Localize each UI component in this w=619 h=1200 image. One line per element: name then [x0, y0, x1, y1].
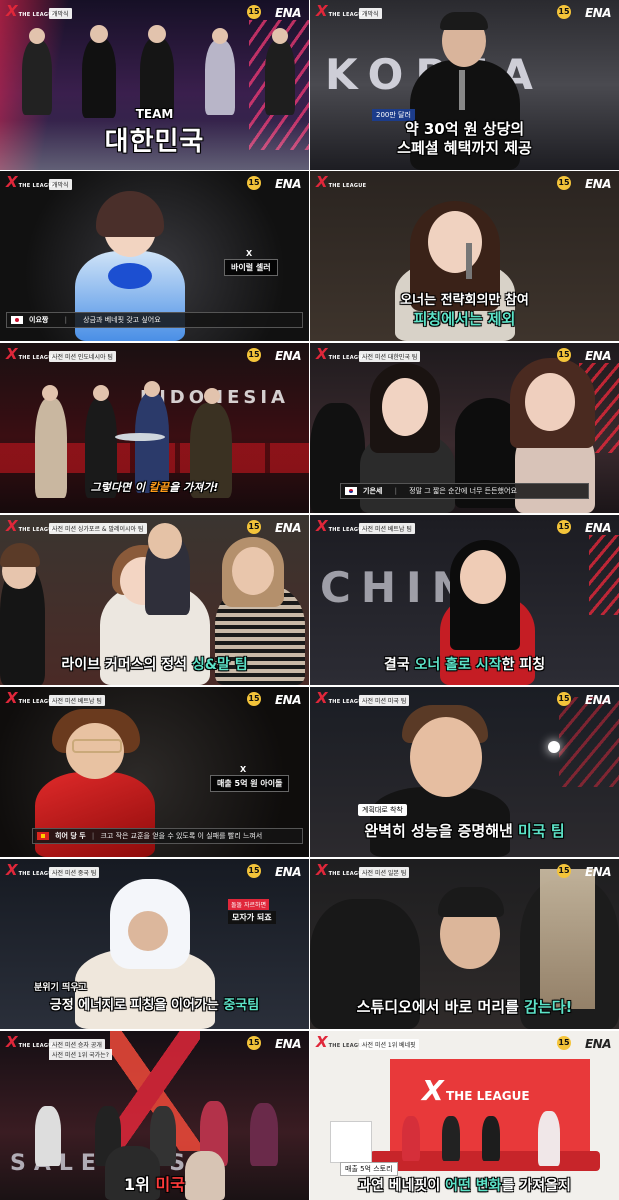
frame-8: CHINA XTHE LEAGUE 사전 미션 베트남 팀 15 ENA 결국 … [310, 515, 619, 685]
channel-logo: ENA [584, 177, 612, 191]
channel-logo: ENA [584, 1037, 612, 1051]
caption: 1위 미국 [124, 1175, 185, 1194]
frame-2: KOREA XTHE LEAGUE 개막식 15 ENA 200만 달러 약 3… [310, 0, 619, 170]
age-rating-badge: 15 [247, 5, 261, 19]
small-label: 매출 5억 스토리 [340, 1162, 398, 1176]
speaker-name: 히어 당 두 [55, 832, 86, 840]
speaker-nameplate: 기은세 | 정말 그 짧은 순간에 너무 든든했어요 [340, 483, 589, 499]
role-tag: 매출 5억 원 아이돌 [210, 775, 290, 792]
channel-logo: ENA [584, 521, 612, 535]
segment-label-2: 사전 미션 1위 국가는? [49, 1049, 112, 1060]
segment-label: 사전 미션 베트남 팀 [359, 523, 415, 534]
channel-logo: ENA [274, 865, 302, 879]
caption-line-2: 스페셜 혜택까지 제공 [397, 139, 532, 157]
channel-logo: ENA [274, 1037, 302, 1051]
speaker-name: 이요짱 [29, 316, 49, 324]
speaker-nameplate: 이요짱 | 상금과 베네핏 갖고 싶어요 [6, 312, 303, 328]
segment-label: 개막식 [359, 8, 382, 19]
flag-icon [11, 316, 23, 324]
channel-logo: ENA [274, 177, 302, 191]
caption-line-1: TEAM [135, 107, 174, 121]
speaker-name: 기은세 [363, 487, 383, 495]
wall-logo-text: THE LEAGUE [446, 1089, 530, 1103]
frame-14: X THE LEAGUE XTHE LEAGUE 사전 미션 1위 베네핏 15… [310, 1031, 619, 1200]
segment-label: 사전 미션 중국 팀 [49, 867, 100, 878]
age-rating-badge: 15 [557, 692, 571, 706]
segment-label: 사전 미션 미국 팀 [359, 695, 410, 706]
age-rating-badge: 15 [247, 176, 261, 190]
speaker-quote: 상금과 베네핏 갖고 싶어요 [83, 316, 161, 324]
x-icon: X [240, 765, 247, 774]
channel-logo: ENA [274, 521, 302, 535]
age-rating-badge: 15 [557, 520, 571, 534]
caption-line-1: 오너는 전략회의만 참여 [400, 293, 529, 308]
caption-line-1: 약 30억 원 상당의 [404, 120, 525, 138]
caption: 스튜디오에서 바로 머리를 감는다! [356, 998, 573, 1016]
side-label: 모자가 되죠 [228, 911, 276, 924]
channel-logo: ENA [584, 865, 612, 879]
age-rating-badge: 15 [247, 1036, 261, 1050]
age-rating-badge: 15 [557, 5, 571, 19]
age-rating-badge: 15 [557, 864, 571, 878]
wall-logo: X [422, 1074, 444, 1107]
frame-5: INDONESIA XTHE LEAGUE 사전 미션 인도네시아 팀 15 E… [0, 343, 309, 513]
caption: 결국 오너 홀로 시작한 피칭 [383, 657, 546, 673]
speaker-nameplate: 히어 당 두 | 크고 작은 교훈을 얻을 수 있도록 이 실패를 빨리 느껴서 [32, 828, 303, 844]
age-rating-badge: 15 [247, 692, 261, 706]
frame-10: XTHE LEAGUE 사전 미션 미국 팀 15 ENA 계획대로 착착 완벽… [310, 687, 619, 857]
caption: 라이브 커머스의 정석 싱&말 팀 [61, 657, 248, 673]
small-label: 계획대로 착착 [358, 804, 407, 816]
channel-logo: ENA [584, 6, 612, 20]
caption: 완벽히 성능을 증명해낸 미국 팀 [364, 822, 565, 840]
age-rating-badge: 15 [247, 520, 261, 534]
speaker-quote: 정말 그 짧은 순간에 너무 든든했어요 [409, 487, 517, 495]
segment-label: 사전 미션 대한민국 팀 [359, 351, 421, 362]
side-label-top: 돌돌 자르하면 [228, 899, 270, 910]
channel-logo: ENA [274, 6, 302, 20]
caption: 과연 베네핏이 어떤 변화를 가져올지 [358, 1178, 571, 1194]
segment-label: 사전 미션 싱가포르 & 말레이시아 팀 [49, 523, 147, 534]
age-rating-badge: 15 [557, 1036, 571, 1050]
age-rating-badge: 15 [247, 864, 261, 878]
frame-9: XTHE LEAGUE 사전 미션 베트남 팀 15 ENA X 매출 5억 원… [0, 687, 309, 857]
caption: 긍정 에너지로 피칭을 이어가는 중국팀 [49, 998, 260, 1013]
frame-1: XTHE LEAGUE 개막식 15 ENA TEAM 대한민국 [0, 0, 309, 170]
frame-12: XTHE LEAGUE 사전 미션 일본 팀 15 ENA 스튜디오에서 바로 … [310, 859, 619, 1029]
x-icon: X [246, 249, 253, 258]
channel-logo: ENA [584, 693, 612, 707]
frame-4: XTHE LEAGUE 15 ENA 오너는 전략회의만 참여 피칭에서는 제외 [310, 171, 619, 341]
screenshot-grid: XTHE LEAGUE 개막식 15 ENA TEAM 대한민국 KOREA X… [0, 0, 619, 1200]
channel-logo: ENA [584, 349, 612, 363]
age-rating-badge: 15 [557, 176, 571, 190]
channel-logo: ENA [274, 349, 302, 363]
caption-line-2: 대한민국 [104, 127, 205, 157]
frame-7: XTHE LEAGUE 사전 미션 싱가포르 & 말레이시아 팀 15 ENA … [0, 515, 309, 685]
caption-line-2: 피칭에서는 제외 [413, 310, 516, 328]
segment-label: 사전 미션 베트남 팀 [49, 695, 105, 706]
caption-small: 분위기 띄우고 [34, 983, 87, 993]
role-tag: 바이럴 셀러 [224, 259, 278, 276]
age-rating-badge: 15 [247, 348, 261, 362]
age-rating-badge: 15 [557, 348, 571, 362]
flag-icon [37, 832, 49, 840]
frame-11: XTHE LEAGUE 사전 미션 중국 팀 15 ENA 돌돌 자르하면 모자… [0, 859, 309, 1029]
show-logo: XTHE LEAGUE [316, 173, 367, 191]
channel-logo: ENA [274, 693, 302, 707]
frame-3: XTHE LEAGUE 개막식 15 ENA X 바이럴 셀러 이요짱 | 상금… [0, 171, 309, 341]
frame-6: XTHE LEAGUE 사전 미션 대한민국 팀 15 ENA 기은세 | 정말… [310, 343, 619, 513]
frame-13: SALES US XTHE LEAGUE 사전 미션 승자 공개 사전 미션 1… [0, 1031, 309, 1200]
segment-label: 사전 미션 일본 팀 [359, 867, 410, 878]
segment-label: 개막식 [49, 179, 72, 190]
speaker-quote: 크고 작은 교훈을 얻을 수 있도록 이 실패를 빨리 느껴서 [100, 832, 263, 840]
segment-label: 개막식 [49, 8, 72, 19]
segment-label: 사전 미션 1위 베네핏 [359, 1039, 419, 1050]
flag-icon [345, 487, 357, 495]
segment-label: 사전 미션 인도네시아 팀 [49, 351, 116, 362]
caption: 그렇다면 이 칼끝을 가져가! [90, 481, 219, 494]
